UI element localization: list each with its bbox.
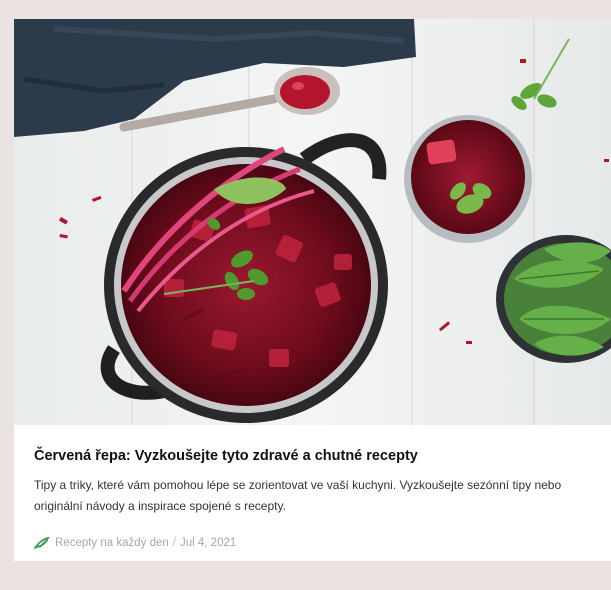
article-content: Červená řepa: Vyzkoušejte tyto zdravé a … <box>14 425 611 561</box>
meta-separator: / <box>172 537 176 549</box>
article-title[interactable]: Červená řepa: Vyzkoušejte tyto zdravé a … <box>34 447 594 465</box>
leaf-logo-icon <box>34 536 50 549</box>
article-source[interactable]: Recepty na každý den <box>55 536 169 550</box>
beet-food-photo <box>14 19 611 425</box>
article-description: Tipy a triky, které vám pomohou lépe se … <box>34 478 562 513</box>
article-date: Jul 4, 2021 <box>180 537 237 549</box>
article-image[interactable] <box>14 19 611 425</box>
article-card[interactable]: Červená řepa: Vyzkoušejte tyto zdravé a … <box>14 19 611 561</box>
article-meta: Recepty na každý den / Jul 4, 2021 <box>34 536 236 550</box>
